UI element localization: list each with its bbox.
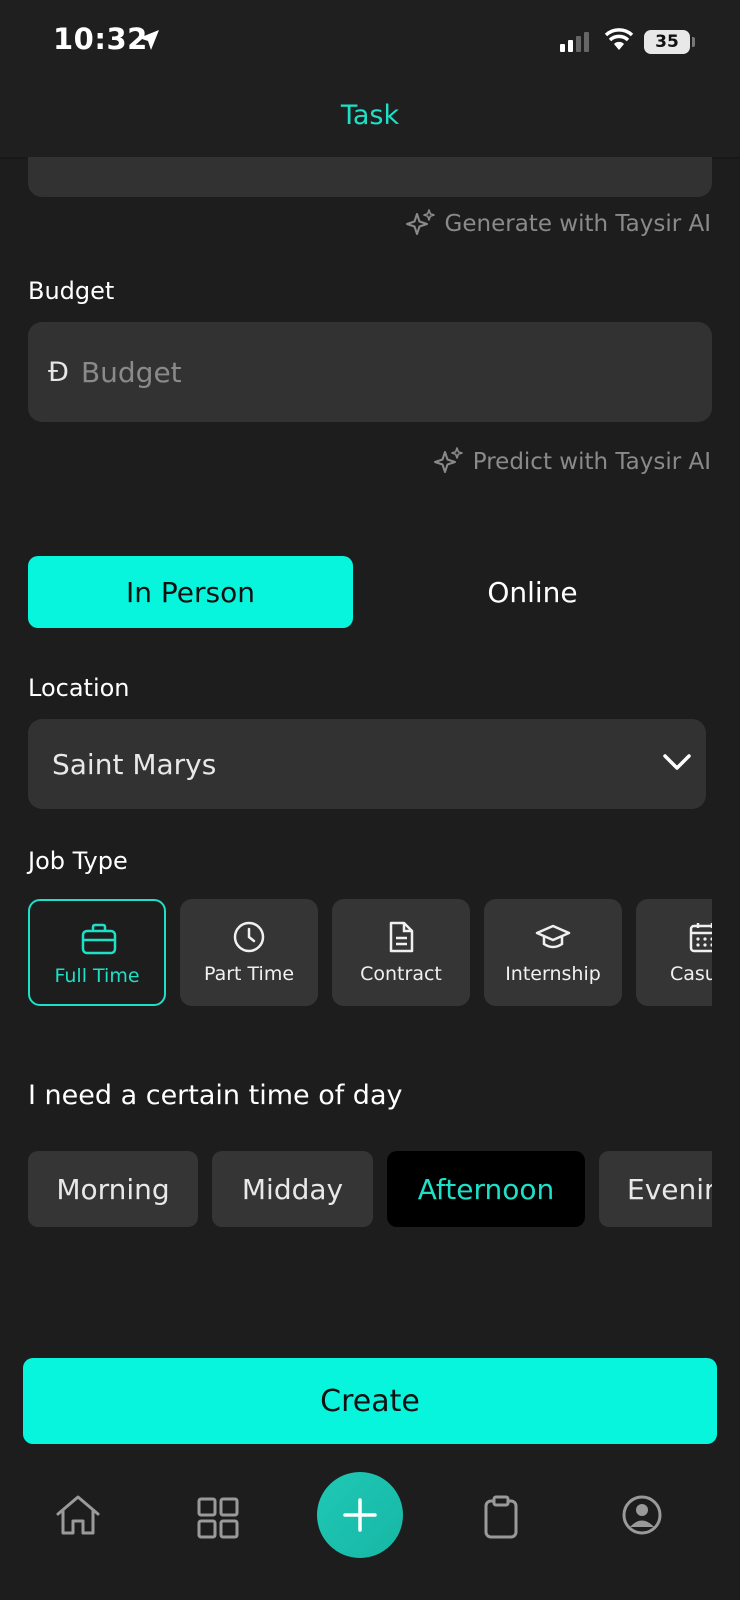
time-chip-morning[interactable]: Morning (28, 1151, 198, 1227)
job-type-options: Full Time Part Time Contract Internship … (28, 899, 712, 1007)
sparkles-icon (405, 209, 435, 235)
wifi-icon (604, 28, 634, 50)
time-chip-evening[interactable]: Evenir (599, 1151, 712, 1227)
chevron-down-icon (663, 754, 691, 770)
nav-header: Task (0, 82, 740, 157)
job-type-internship[interactable]: Internship (484, 899, 622, 1006)
predict-with-ai-link[interactable]: Predict with Taysir AI (433, 446, 711, 478)
job-type-label-text: Part Time (203, 963, 295, 985)
time-of-day-options: Morning Midday Afternoon Evenir (28, 1151, 712, 1227)
predict-with-ai-label: Predict with Taysir AI (472, 449, 711, 475)
budget-input[interactable] (80, 355, 641, 389)
sparkles-icon (433, 447, 463, 473)
time-of-day-label: I need a certain time of day (28, 1080, 403, 1111)
budget-label: Budget (28, 277, 115, 305)
generate-with-ai-link[interactable]: Generate with Taysir AI (405, 208, 711, 240)
battery-tip (692, 37, 695, 47)
online-button[interactable]: Online (370, 556, 695, 628)
job-type-part-time[interactable]: Part Time (180, 899, 318, 1006)
bottom-tab-bar (0, 1460, 740, 1600)
location-select[interactable]: Saint Marys (28, 719, 706, 809)
battery-indicator: 35 (644, 30, 690, 54)
status-time: 10:32 (53, 22, 148, 56)
home-icon[interactable] (55, 1494, 101, 1536)
profile-icon[interactable] (621, 1494, 663, 1536)
create-button[interactable]: Create (23, 1358, 717, 1444)
plus-icon (343, 1498, 377, 1532)
job-type-label: Job Type (28, 847, 128, 875)
job-type-full-time[interactable]: Full Time (28, 899, 166, 1006)
grid-icon[interactable] (197, 1497, 239, 1539)
job-type-casual[interactable]: Casu (636, 899, 712, 1006)
page-title: Task (340, 100, 400, 131)
status-bar: 10:32 35 (0, 0, 740, 82)
location-arrow-icon (139, 30, 159, 50)
document-icon (389, 921, 414, 953)
job-type-label-text: Casu (670, 963, 712, 985)
briefcase-icon (81, 923, 117, 955)
description-field[interactable] (28, 157, 712, 197)
clock-icon (233, 921, 265, 953)
location-value: Saint Marys (52, 747, 217, 781)
location-label: Location (28, 674, 130, 702)
generate-with-ai-label: Generate with Taysir AI (444, 211, 711, 237)
currency-symbol: Đ (48, 356, 69, 388)
budget-field[interactable]: Đ (28, 322, 712, 422)
time-chip-midday[interactable]: Midday (212, 1151, 373, 1227)
job-type-label-text: Contract (360, 963, 442, 985)
add-task-button[interactable] (317, 1472, 403, 1558)
time-chip-afternoon[interactable]: Afternoon (387, 1151, 585, 1227)
calendar-icon (689, 923, 712, 953)
graduation-cap-icon (535, 924, 571, 949)
job-type-label-text: Internship (505, 963, 601, 985)
in-person-button[interactable]: In Person (28, 556, 353, 628)
job-type-label-text: Full Time (54, 965, 140, 987)
cellular-signal-icon (560, 32, 589, 52)
job-type-contract[interactable]: Contract (332, 899, 470, 1006)
clipboard-icon[interactable] (483, 1495, 519, 1539)
